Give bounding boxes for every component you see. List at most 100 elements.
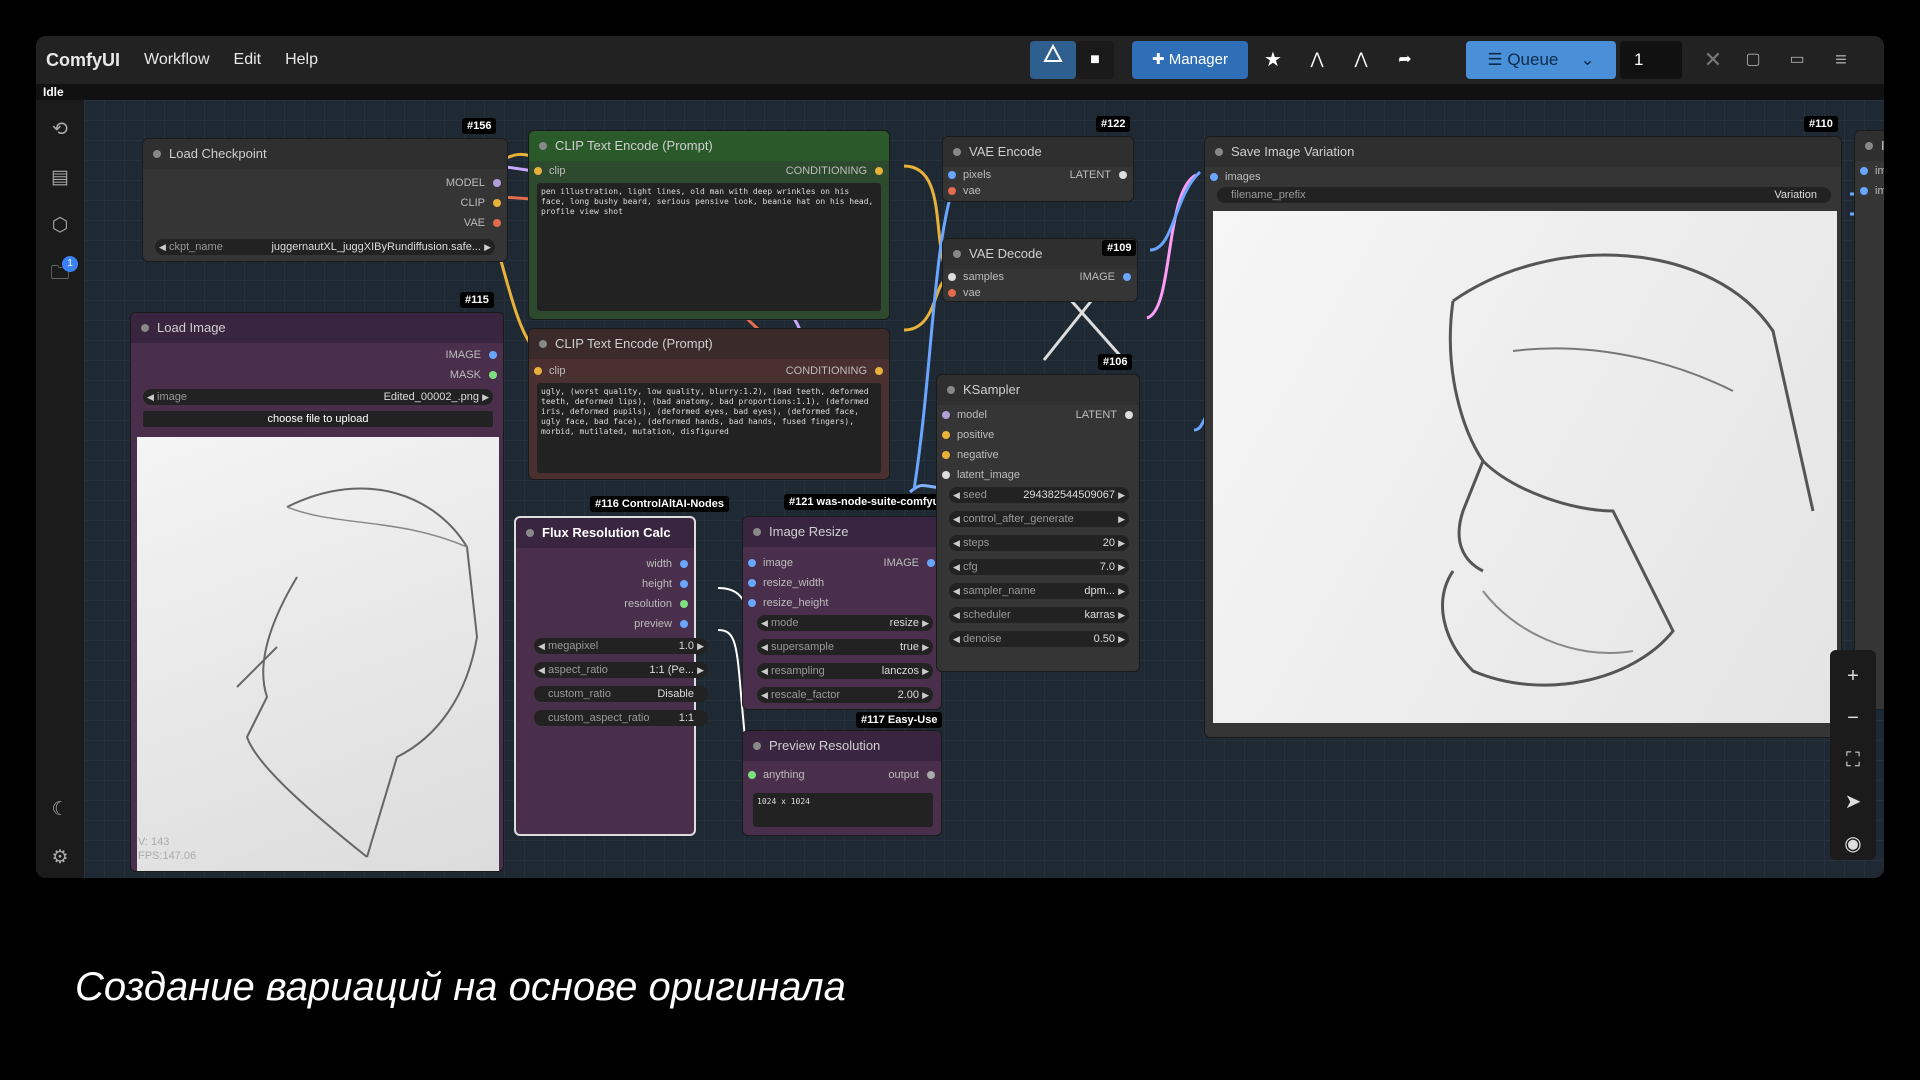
manager-button[interactable]: ✚ Manager [1132, 41, 1248, 79]
mountain-icon [1043, 43, 1063, 62]
toggle-panel-button[interactable]: ▭ [1782, 41, 1812, 79]
ckpt-name-widget[interactable]: ckpt_name juggernautXL_juggXIByRundiffusi… [155, 239, 495, 255]
cfg-widget[interactable]: cfg 7.0 [949, 559, 1129, 575]
output-port[interactable] [680, 620, 688, 628]
zoom-controls: + − ⛶ ➤ ◉ [1830, 650, 1876, 860]
node-preview-resolution[interactable]: Preview Resolution anything output 1024 … [742, 730, 942, 836]
prompt-textarea[interactable]: ugly, (worst quality, low quality, blurr… [537, 383, 881, 473]
output-port[interactable] [875, 167, 883, 175]
aspect-ratio-widget[interactable]: aspect_ratio 1:1 (Pe... [534, 662, 708, 678]
menu-button[interactable]: ≡ [1826, 41, 1856, 79]
input-port[interactable] [1860, 187, 1868, 195]
input-port[interactable] [1860, 167, 1868, 175]
output-port[interactable] [1119, 171, 1127, 179]
output-port[interactable] [1123, 273, 1131, 281]
custom-ratio-toggle[interactable]: custom_ratio Disable [534, 686, 708, 702]
menu-workflow[interactable]: Workflow [144, 51, 210, 69]
star-button[interactable]: ★ [1254, 41, 1292, 79]
supersample-widget[interactable]: supersample true [757, 639, 933, 655]
input-port[interactable] [748, 559, 756, 567]
widget-value: juggernautXL_juggXIByRundiffusion.safe..… [271, 241, 481, 253]
seed-widget[interactable]: seed 294382544509067 [949, 487, 1129, 503]
input-port[interactable] [948, 187, 956, 195]
input-port[interactable] [534, 167, 542, 175]
zoom-out-icon[interactable]: − [1841, 706, 1865, 730]
app-logo: ComfyUI [46, 49, 121, 70]
output-conditioning: CONDITIONING [785, 165, 867, 177]
share-button[interactable]: ➦ [1386, 41, 1424, 79]
output-port[interactable] [489, 351, 497, 359]
output-port[interactable] [493, 219, 501, 227]
input-port[interactable] [942, 451, 950, 459]
output-port[interactable] [927, 559, 935, 567]
prompt-textarea[interactable]: pen illustration, light lines, old man w… [537, 183, 881, 311]
node-ksampler[interactable]: KSampler model positive negative latent_… [936, 374, 1140, 672]
input-port[interactable] [748, 599, 756, 607]
node-clip-negative[interactable]: CLIP Text Encode (Prompt) clip CONDITION… [528, 328, 890, 480]
queue-button[interactable]: ☰ Queue ⌄ [1466, 41, 1616, 79]
queue-label: Queue [1507, 50, 1559, 69]
resampling-widget[interactable]: resampling lanczos [757, 663, 933, 679]
node-load-image[interactable]: Load Image IMAGE MASK image Edited_00002_… [130, 312, 504, 872]
fit-view-icon[interactable]: ⛶ [1841, 748, 1865, 772]
node-clip-positive[interactable]: CLIP Text Encode (Prompt) clip CONDITION… [528, 130, 890, 320]
node-save-image[interactable]: Save Image Variation images filename_pre… [1204, 136, 1842, 738]
output-port[interactable] [1125, 411, 1133, 419]
upload-button[interactable]: choose file to upload [143, 411, 493, 427]
input-port[interactable] [948, 289, 956, 297]
input-port[interactable] [942, 411, 950, 419]
output-port[interactable] [680, 600, 688, 608]
model-browser-button[interactable] [1030, 41, 1076, 79]
scheduler-widget[interactable]: scheduler karras [949, 607, 1129, 623]
bookmark-button[interactable]: ■ [1076, 41, 1114, 79]
focus-mode-button[interactable]: ▢ [1738, 41, 1768, 79]
output-port[interactable] [927, 771, 935, 779]
rescale-factor-widget[interactable]: rescale_factor 2.00 [757, 687, 933, 703]
node-vae-encode[interactable]: VAE Encode pixels vae LATENT [942, 136, 1134, 202]
input-port[interactable] [534, 367, 542, 375]
zoom-in-icon[interactable]: + [1841, 664, 1865, 688]
filename-prefix-widget[interactable]: filename_prefix Variation [1217, 187, 1831, 203]
input-port[interactable] [948, 171, 956, 179]
node-canvas[interactable]: Load Checkpoint MODEL CLIP VAE ckpt_name… [84, 100, 1884, 878]
node-partial[interactable]: Ima image image [1854, 130, 1884, 710]
output-port[interactable] [680, 580, 688, 588]
custom-aspect-ratio-widget[interactable]: custom_aspect_ratio 1:1 [534, 710, 708, 726]
clear-button[interactable]: ✕ [1698, 41, 1728, 79]
megapixel-widget[interactable]: megapixel 1.0 [534, 638, 708, 654]
output-port[interactable] [493, 199, 501, 207]
node-title: Load Image [131, 313, 503, 343]
custom-tool-button-2[interactable]: ⋀ [1342, 41, 1380, 79]
cube-icon[interactable]: ⬡ [48, 214, 72, 238]
output-port[interactable] [489, 371, 497, 379]
denoise-widget[interactable]: denoise 0.50 [949, 631, 1129, 647]
input-port[interactable] [748, 579, 756, 587]
output-port[interactable] [493, 179, 501, 187]
node-title: Image Resize [743, 517, 941, 547]
output-port[interactable] [875, 367, 883, 375]
navigate-icon[interactable]: ➤ [1841, 790, 1865, 814]
custom-tool-button-1[interactable]: ⋀ [1298, 41, 1336, 79]
sampler-name-widget[interactable]: sampler_name dpm... [949, 583, 1129, 599]
node-image-resize[interactable]: Image Resize image resize_width resize_h… [742, 516, 942, 710]
gear-icon[interactable]: ⚙ [48, 846, 72, 870]
node-load-checkpoint[interactable]: Load Checkpoint MODEL CLIP VAE ckpt_name… [142, 138, 508, 262]
eye-icon[interactable]: ◉ [1841, 832, 1865, 856]
steps-widget[interactable]: steps 20 [949, 535, 1129, 551]
output-port[interactable] [680, 560, 688, 568]
input-port[interactable] [1210, 173, 1218, 181]
input-port[interactable] [948, 273, 956, 281]
queue-list-icon[interactable]: ▤ [48, 166, 72, 190]
control-after-generate-widget[interactable]: control_after_generate [949, 511, 1129, 527]
history-icon[interactable]: ⟲ [48, 118, 72, 142]
input-port[interactable] [748, 771, 756, 779]
queue-count-input[interactable]: 1 [1620, 41, 1682, 79]
image-widget[interactable]: image Edited_00002_.png [143, 389, 493, 405]
menu-help[interactable]: Help [285, 51, 318, 69]
input-port[interactable] [942, 471, 950, 479]
mode-widget[interactable]: mode resize [757, 615, 933, 631]
moon-icon[interactable]: ☾ [48, 798, 72, 822]
input-port[interactable] [942, 431, 950, 439]
node-flux-resolution-calc[interactable]: Flux Resolution Calc width height resolu… [514, 516, 708, 836]
menu-edit[interactable]: Edit [234, 51, 262, 69]
